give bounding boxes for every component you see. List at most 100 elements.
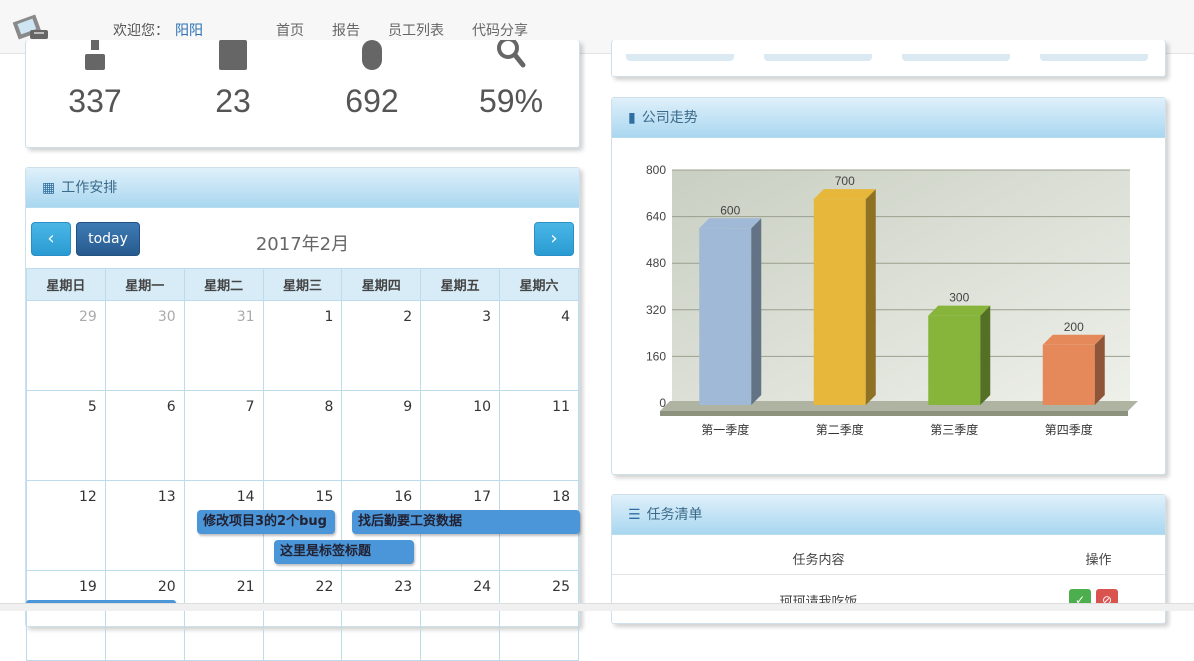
weekday-header: 星期五 [420,268,501,301]
stat-value: 59% [478,83,544,119]
stat-search[interactable]: 59% [446,37,576,120]
bar-side [865,189,876,405]
bar-top [699,218,762,229]
main-nav: 首页 报告 员工列表 代码分享 [262,20,542,40]
y-tick-label: 800 [646,163,666,177]
data-label: 300 [949,291,969,305]
day-cell[interactable]: 30 [104,300,185,391]
day-cell[interactable]: 19 [26,570,106,661]
day-cell[interactable]: 3 [420,300,501,391]
panel-title: 公司走势 [641,110,698,126]
day-cell[interactable]: 11 [499,390,579,481]
month-title: 2017年2月 [255,234,350,255]
nav-employee-list[interactable]: 员工列表 [374,20,458,40]
day-cell[interactable]: 23 [341,570,422,661]
data-label: 600 [720,203,740,217]
tab-pill[interactable] [902,54,1010,61]
day-cell[interactable]: 4 [499,300,579,391]
y-tick-label: 480 [646,256,666,270]
col-task-content: 任务内容 [792,553,845,568]
y-tick-label: 320 [646,303,666,317]
calendar-event[interactable]: 这里是标签标题 [274,540,414,564]
status-bar [0,603,1194,611]
data-label: 200 [1064,320,1084,334]
bar-chart-icon: ▮ [628,110,636,126]
calendar-icon: ▦ [42,180,56,196]
bar-side [980,305,991,405]
bar [699,228,752,405]
bar [813,199,866,405]
day-cell[interactable]: 2 [341,300,422,391]
y-tick-label: 160 [646,349,666,363]
bar-top [813,189,876,200]
stat-value: 692 [345,83,399,119]
day-cell[interactable]: 24 [420,570,501,661]
day-cell[interactable]: 9 [341,390,422,481]
nav-home[interactable]: 首页 [262,20,318,40]
day-cell[interactable]: 7 [183,390,264,481]
bar-side [751,218,762,405]
weekday-header: 星期六 [499,268,579,301]
panel-title: 任务清单 [646,507,703,523]
list-icon: ☰ [628,507,641,523]
x-tick-label: 第一季度 [701,422,749,437]
chart-panel-header: ▮ 公司走势 [612,98,1165,138]
bar-top [1042,334,1105,345]
weekday-header: 星期一 [104,268,185,301]
welcome-label: 欢迎您： [113,23,169,39]
nav-code-share[interactable]: 代码分享 [458,20,542,40]
weekday-header: 星期三 [262,268,343,301]
stat-value: 337 [68,83,122,119]
stats-panel: 337 23 692 59% [25,37,580,148]
bar [1042,344,1095,405]
day-cell[interactable]: 25 [499,570,579,661]
tab-pill[interactable] [626,54,734,61]
x-tick-label: 第三季度 [930,422,978,437]
x-tick-label: 第二季度 [816,422,864,437]
tab-pill[interactable] [1040,54,1148,61]
task-table-header: 任务内容 操作 [612,535,1165,575]
weekday-header: 星期四 [341,268,422,301]
user-name-link[interactable]: 阳阳 [175,23,203,39]
weekday-header: 星期日 [26,268,106,301]
day-cell[interactable]: 1 [262,300,343,391]
tab-pill[interactable] [764,54,872,61]
stat-value: 23 [215,83,251,119]
task-row: 珂珂请我吃饭 ✓ ⊘ [612,577,1165,617]
chart-floor-edge [660,411,1128,416]
day-cell[interactable]: 22 [262,570,343,661]
day-cell[interactable]: 13 [104,480,185,571]
day-cell[interactable]: 10 [420,390,501,481]
mouse-icon [362,40,382,70]
next-month-button[interactable]: › [534,222,574,256]
bar-chart: 0160320480640800600第一季度700第二季度300第三季度200… [646,163,1138,437]
calendar-event[interactable]: 修改项目3的2个bug [197,510,335,534]
calendar-toolbar: ‹ today 2017年2月 › [26,208,579,268]
nav-report[interactable]: 报告 [318,20,374,40]
day-cell[interactable]: 12 [26,480,106,571]
day-cell[interactable]: 20 [104,570,185,661]
calendar-panel: ▦ 工作安排 ‹ today 2017年2月 › 星期日 星期一 星期二 星期三 … [25,167,580,661]
day-cell[interactable]: 5 [26,390,106,481]
calendar-panel-header: ▦ 工作安排 [26,168,579,208]
x-tick-label: 第四季度 [1045,422,1093,437]
stat-calendar[interactable]: 23 [168,40,298,120]
stat-clicks[interactable]: 692 [307,40,437,120]
day-cell[interactable]: 8 [262,390,343,481]
day-cell[interactable]: 31 [183,300,264,391]
day-cell[interactable]: 6 [104,390,185,481]
user-icon [85,40,105,70]
panel-title: 工作安排 [61,180,118,196]
bar [928,315,981,405]
col-operation: 操作 [1085,553,1112,568]
search-icon [497,37,526,68]
calendar-event[interactable]: 找后勤要工资数据 [352,510,580,534]
bar-side [1094,334,1105,405]
stat-users[interactable]: 337 [30,40,160,120]
day-cell[interactable]: 21 [183,570,264,661]
data-label: 700 [835,174,855,188]
welcome-text: 欢迎您： 阳阳 [113,20,203,40]
calendar-icon [219,40,247,70]
day-cell[interactable]: 29 [26,300,106,391]
weekday-header: 星期二 [183,268,264,301]
